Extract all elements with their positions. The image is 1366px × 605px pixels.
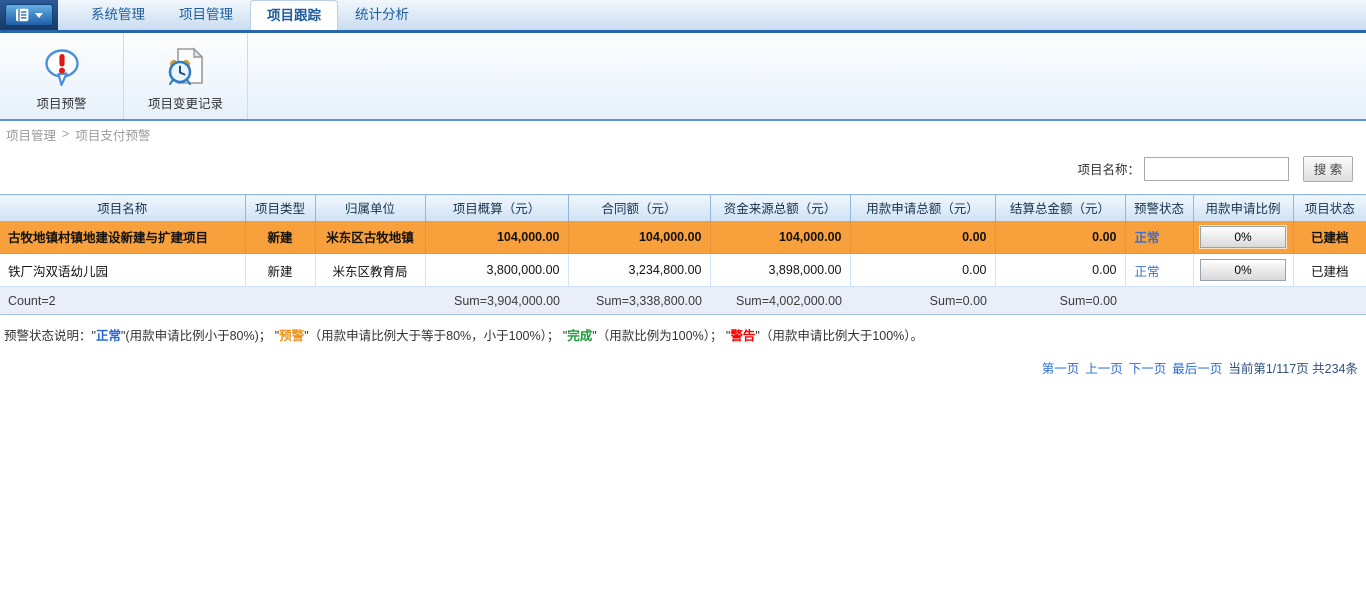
search-button[interactable]: 搜 索 [1303,156,1353,182]
cell-name: 铁厂沟双语幼儿园 [0,254,245,287]
breadcrumb-separator: > [62,127,69,141]
col-header-unit: 归属单位 [315,195,425,221]
cell-type: 新建 [245,254,315,287]
tab-4[interactable]: 统计分析 [338,0,426,30]
summary-state [1293,287,1366,315]
summary-settlement: Sum=0.00 [995,287,1125,315]
page-link-3[interactable]: 下一页 [1129,362,1167,376]
change-record-label: 项目变更记录 [148,93,223,112]
summary-row: Count=2Sum=3,904,000.00Sum=3,338,800.00S… [0,287,1366,315]
col-header-request: 用款申请总额（元） [850,195,995,221]
summary-name: Count=2 [0,287,245,315]
tab-2[interactable]: 项目管理 [162,0,250,30]
project-alert-button[interactable]: 项目预警 [0,33,124,119]
cell-ratio: 0% [1193,254,1293,287]
cell-state: 已建档 [1293,254,1366,287]
project-name-input[interactable] [1144,157,1289,181]
tab-list: 系统管理项目管理项目跟踪统计分析 [58,0,426,30]
page-link-2[interactable]: 上一页 [1085,362,1123,376]
toolbar: 项目预警 项目变更记录 [0,33,1366,121]
breadcrumb: 项目管理 > 项目支付预警 [0,121,1366,147]
tab-1[interactable]: 系统管理 [74,0,162,30]
col-header-settlement: 结算总金额（元） [995,195,1125,221]
pagination: 第一页上一页下一页最后一页当前第1/117页 共234条 [0,358,1366,377]
col-header-name: 项目名称 [0,195,245,221]
cell-state: 已建档 [1293,221,1366,254]
table-header-row: 项目名称项目类型归属单位项目概算（元）合同额（元）资金来源总额（元）用款申请总额… [0,195,1366,221]
legend-text: "（用款申请比例大于等于80%，小于100%）； " [304,329,567,343]
breadcrumb-parent[interactable]: 项目管理 [6,125,56,144]
summary-status [1125,287,1193,315]
cell-unit: 米东区古牧地镇 [315,221,425,254]
summary-budget: Sum=3,904,000.00 [425,287,568,315]
cell-ratio: 0% [1193,221,1293,254]
col-header-state: 项目状态 [1293,195,1366,221]
project-name-label: 项目名称： [1077,159,1140,178]
cell-status: 正常 [1125,254,1193,287]
cell-request: 0.00 [850,221,995,254]
col-header-status: 预警状态 [1125,195,1193,221]
warning-status-legend: 预警状态说明："正常"(用款申请比例小于80%)； "预警"（用款申请比例大于等… [0,315,1366,344]
cell-status: 正常 [1125,221,1193,254]
change-record-icon [164,47,208,89]
status-badge: 正常 [1135,231,1160,245]
ratio-progress-bar: 0% [1200,259,1286,281]
table-row-1[interactable]: 古牧地镇村镇地建设新建与扩建项目新建米东区古牧地镇104,000.00104,0… [0,221,1366,254]
cell-budget: 104,000.00 [425,221,568,254]
tab-3[interactable]: 项目跟踪 [250,0,338,30]
notebook-icon [15,8,30,22]
cell-unit: 米东区教育局 [315,254,425,287]
search-bar: 项目名称： 搜 索 [0,147,1366,194]
top-tab-bar: 系统管理项目管理项目跟踪统计分析 [0,0,1366,33]
menu-area [0,0,58,30]
ratio-progress-bar: 0% [1200,226,1286,248]
page-link-4[interactable]: 最后一页 [1172,362,1222,376]
cell-type: 新建 [245,221,315,254]
summary-type [245,287,315,315]
legend-text: "(用款申请比例小于80%)； " [121,329,279,343]
legend-text: "（用款申请比例大于100%）。 [755,329,923,343]
cell-name: 古牧地镇村镇地建设新建与扩建项目 [0,221,245,254]
cell-settlement: 0.00 [995,221,1125,254]
legend-term: 完成 [567,329,592,343]
page-info: 当前第1/117页 共234条 [1228,362,1358,376]
cell-funding: 104,000.00 [710,221,850,254]
legend-term: 警告 [730,329,755,343]
summary-funding: Sum=4,002,000.00 [710,287,850,315]
col-header-funding: 资金来源总额（元） [710,195,850,221]
col-header-contract: 合同额（元） [568,195,710,221]
breadcrumb-current: 项目支付预警 [75,125,150,144]
summary-ratio [1193,287,1293,315]
col-header-budget: 项目概算（元） [425,195,568,221]
cell-funding: 3,898,000.00 [710,254,850,287]
project-warning-table: 项目名称项目类型归属单位项目概算（元）合同额（元）资金来源总额（元）用款申请总额… [0,194,1366,315]
change-record-button[interactable]: 项目变更记录 [124,33,248,119]
summary-unit [315,287,425,315]
project-alert-label: 项目预警 [36,93,86,112]
status-badge: 正常 [1135,265,1160,279]
summary-request: Sum=0.00 [850,287,995,315]
cell-contract: 3,234,800.00 [568,254,710,287]
legend-text: "（用款比例为100%）； " [592,329,730,343]
page-link-1[interactable]: 第一页 [1042,362,1080,376]
table-row-2[interactable]: 铁厂沟双语幼儿园新建米东区教育局3,800,000.003,234,800.00… [0,254,1366,287]
legend-term: 正常 [96,329,121,343]
cell-contract: 104,000.00 [568,221,710,254]
menu-button[interactable] [5,4,53,26]
cell-settlement: 0.00 [995,254,1125,287]
legend-text: 预警状态说明：" [4,329,96,343]
summary-contract: Sum=3,338,800.00 [568,287,710,315]
col-header-type: 项目类型 [245,195,315,221]
cell-request: 0.00 [850,254,995,287]
cell-budget: 3,800,000.00 [425,254,568,287]
col-header-ratio: 用款申请比例 [1193,195,1293,221]
legend-term: 预警 [279,329,304,343]
alert-bubble-icon [41,47,83,89]
chevron-down-icon [35,13,43,18]
